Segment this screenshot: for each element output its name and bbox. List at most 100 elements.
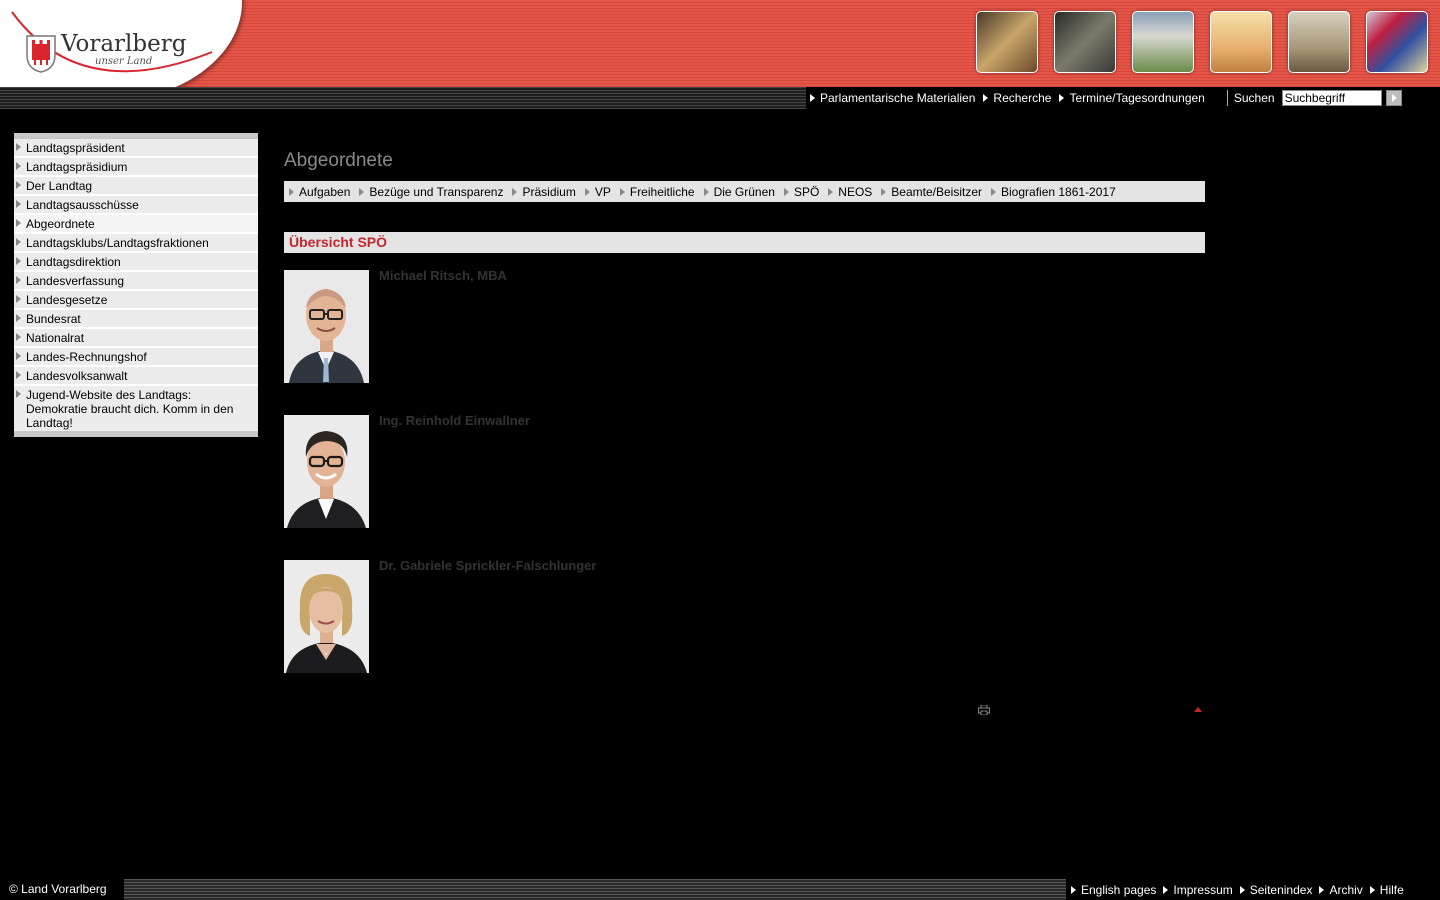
arrow-right-icon	[359, 187, 365, 196]
sidebar-item-landtagspraesidium[interactable]: Landtagspräsidium	[14, 156, 258, 175]
page-title: Abgeordnete	[284, 150, 393, 171]
arrow-right-icon	[16, 276, 21, 284]
artwork-photo[interactable]	[1366, 11, 1428, 73]
sidebar-item-rechnungshof[interactable]: Landes-Rechnungshof	[14, 346, 258, 365]
search-input[interactable]	[1281, 90, 1382, 106]
arrow-right-icon	[783, 187, 789, 196]
site-header: Vorarlberg unser Land	[0, 0, 1440, 102]
person-entry: Ing. Reinhold Einwallner	[284, 413, 984, 528]
sidebar-item-landesgesetze[interactable]: Landesgesetze	[14, 289, 258, 308]
sidebar-item-landtagspraesident[interactable]: Landtagspräsident	[14, 139, 258, 156]
arrow-right-icon	[16, 295, 21, 303]
sidebar-item-jugend-website[interactable]: Jugend-Website des Landtags: Demokratie …	[14, 384, 258, 431]
person-name-link[interactable]: Dr. Gabriele Sprickler-Falschlunger	[379, 558, 596, 573]
plenary-chamber-photo[interactable]	[1288, 11, 1350, 73]
logo-text: Vorarlberg	[61, 31, 187, 57]
person-entry: Dr. Gabriele Sprickler-Falschlunger	[284, 558, 984, 673]
sidebar-item-landtagsklubs[interactable]: Landtagsklubs/Landtagsfraktionen	[14, 232, 258, 251]
sidebar-item-landtagsdirektion[interactable]: Landtagsdirektion	[14, 251, 258, 270]
coat-of-arms-icon	[26, 35, 56, 73]
sidebar-item-landesvolksanwalt[interactable]: Landesvolksanwalt	[14, 365, 258, 384]
sidebar-item-ausschuesse[interactable]: Landtagsausschüsse	[14, 194, 258, 213]
subnav-beamte[interactable]: Beamte/Beisitzer	[881, 185, 982, 199]
search-label: Suchen	[1233, 91, 1275, 105]
person-photo[interactable]	[284, 415, 369, 528]
arrow-right-icon	[16, 333, 21, 341]
nav-divider	[1226, 90, 1228, 106]
arrow-right-icon	[16, 238, 21, 246]
sidebar-item-bundesrat[interactable]: Bundesrat	[14, 308, 258, 327]
arrow-right-icon	[991, 187, 996, 196]
subnav-vp[interactable]: VP	[584, 185, 611, 199]
arrow-right-icon	[983, 94, 989, 102]
hall-interior-photo[interactable]	[1210, 11, 1272, 73]
footer-link-hilfe[interactable]: Hilfe	[1369, 883, 1404, 897]
arrow-right-icon	[584, 187, 590, 196]
landhaus-building-photo[interactable]	[1132, 11, 1194, 73]
rathaus-bell-photo[interactable]	[976, 11, 1038, 73]
footer-link-impressum[interactable]: Impressum	[1163, 883, 1233, 897]
arrow-right-icon	[703, 187, 709, 196]
footer-copyright: © Land Vorarlberg	[0, 879, 124, 900]
person-photo[interactable]	[284, 560, 369, 673]
arrow-right-icon	[1369, 885, 1375, 894]
arrow-right-icon	[16, 143, 21, 151]
arrow-right-icon	[16, 390, 21, 398]
top-navigation: Parlamentarische Materialien Recherche T…	[806, 87, 1440, 109]
arrow-right-icon	[1239, 885, 1245, 894]
section-heading: Übersicht SPÖ	[284, 232, 1205, 253]
topnav-link-termine[interactable]: Termine/Tagesordnungen	[1059, 91, 1205, 105]
arrow-right-icon	[16, 181, 21, 189]
arrow-right-icon	[289, 187, 294, 196]
arrow-right-icon	[1391, 94, 1397, 102]
footer-link-archiv[interactable]: Archiv	[1319, 883, 1363, 897]
sub-navigation: Aufgaben Bezüge und Transparenz Präsidiu…	[284, 181, 1205, 202]
arrow-right-icon	[1319, 885, 1325, 894]
print-icon[interactable]	[978, 705, 990, 715]
footer-link-english[interactable]: English pages	[1071, 883, 1156, 897]
person-name-link[interactable]: Michael Ritsch, MBA	[379, 268, 507, 283]
portrait-man-dark-hair-glasses	[284, 415, 369, 528]
search-submit-button[interactable]	[1385, 90, 1402, 106]
sidebar-item-nationalrat[interactable]: Nationalrat	[14, 327, 258, 346]
arrow-right-icon	[16, 371, 21, 379]
sidebar-item-landesverfassung[interactable]: Landesverfassung	[14, 270, 258, 289]
arrow-right-icon	[1071, 885, 1076, 894]
sidebar-item-der-landtag[interactable]: Der Landtag	[14, 175, 258, 194]
subnav-biografien[interactable]: Biografien 1861-2017	[991, 185, 1116, 199]
topnav-link-recherche[interactable]: Recherche	[983, 91, 1051, 105]
subnav-aufgaben[interactable]: Aufgaben	[289, 185, 350, 199]
portrait-woman-blonde	[284, 560, 369, 673]
arrow-right-icon	[512, 187, 518, 196]
person-entry: Michael Ritsch, MBA	[284, 268, 984, 383]
topnav-link-materialien[interactable]: Parlamentarische Materialien	[810, 91, 975, 105]
arrow-right-icon	[881, 187, 887, 196]
laptop-photo[interactable]	[1054, 11, 1116, 73]
sidebar-menu: Landtagspräsident Landtagspräsidium Der …	[14, 133, 258, 437]
arrow-right-icon	[828, 187, 834, 196]
arrow-right-icon	[619, 187, 625, 196]
arrow-right-icon	[1163, 885, 1169, 894]
arrow-right-icon	[16, 200, 21, 208]
subnav-freiheitliche[interactable]: Freiheitliche	[619, 185, 695, 199]
subnav-bezuege[interactable]: Bezüge und Transparenz	[359, 185, 503, 199]
arrow-right-icon	[16, 314, 21, 322]
arrow-right-icon	[1059, 94, 1065, 102]
subnav-praesidium[interactable]: Präsidium	[512, 185, 576, 199]
arrow-right-icon	[16, 219, 21, 227]
person-name-link[interactable]: Ing. Reinhold Einwallner	[379, 413, 530, 428]
footer-link-seitenindex[interactable]: Seitenindex	[1239, 883, 1312, 897]
subnav-spoe[interactable]: SPÖ	[783, 185, 819, 199]
portrait-man-bald-glasses	[284, 270, 369, 383]
subnav-neos[interactable]: NEOS	[828, 185, 872, 199]
footer-links: English pages Impressum Seitenindex Arch…	[1066, 879, 1440, 900]
back-to-top-icon[interactable]	[1194, 707, 1202, 712]
sidebar-item-abgeordnete[interactable]: Abgeordnete	[14, 213, 258, 232]
arrow-right-icon	[810, 94, 815, 102]
person-photo[interactable]	[284, 270, 369, 383]
arrow-right-icon	[16, 257, 21, 265]
arrow-right-icon	[16, 162, 21, 170]
arrow-right-icon	[16, 352, 21, 360]
header-thumbnails	[976, 11, 1428, 73]
subnav-gruene[interactable]: Die Grünen	[703, 185, 775, 199]
